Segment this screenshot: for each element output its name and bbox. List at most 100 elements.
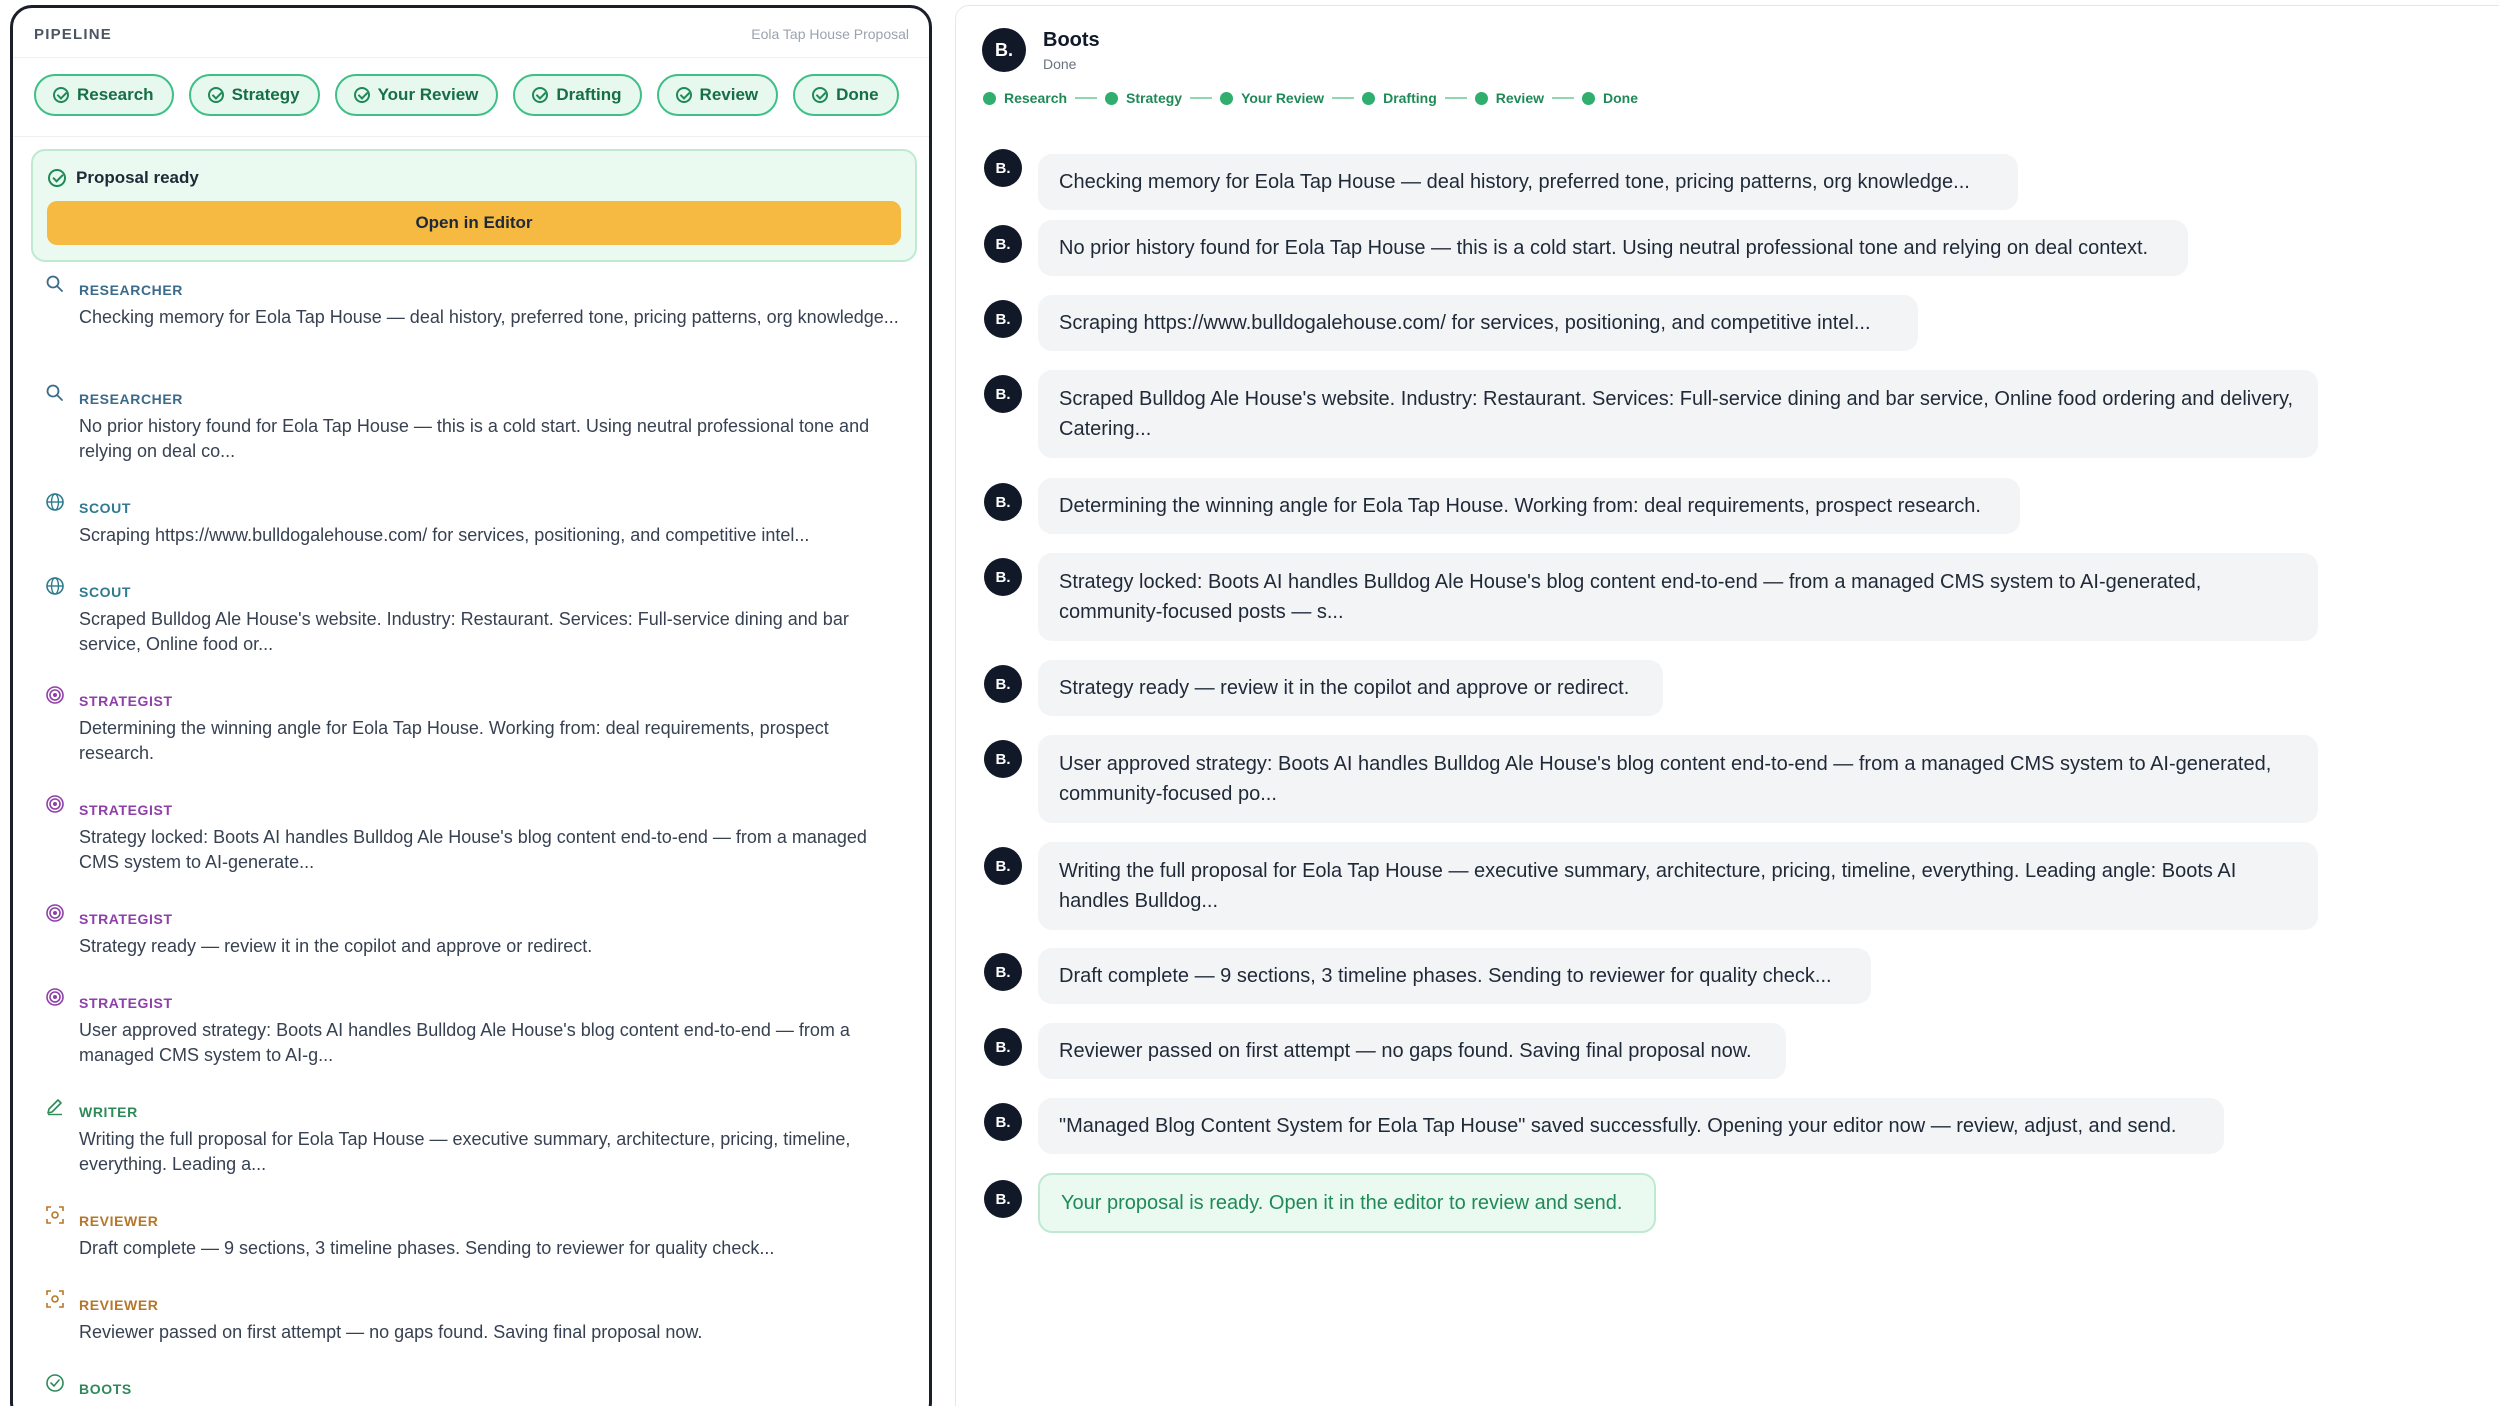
- step-review: Review: [1474, 90, 1544, 106]
- avatar: B.: [984, 665, 1022, 703]
- log-text: Writing the full proposal for Eola Tap H…: [79, 1129, 851, 1174]
- search-icon: [45, 274, 65, 294]
- log-text: Strategy locked: Boots AI handles Bulldo…: [79, 827, 867, 872]
- step-your-review: Your Review: [1220, 90, 1324, 106]
- message-bubble: No prior history found for Eola Tap Hous…: [1038, 220, 2188, 276]
- check-circle-icon: [45, 1373, 65, 1393]
- stage-pill-drafting[interactable]: Drafting: [513, 74, 642, 116]
- avatar: B.: [984, 225, 1022, 263]
- avatar: B.: [984, 375, 1022, 413]
- message-bubble: Scraped Bulldog Ale House's website. Ind…: [1038, 370, 2318, 458]
- message-bubble: Strategy ready — review it in the copilo…: [1038, 660, 1663, 716]
- log-text: Checking memory for Eola Tap House — dea…: [79, 307, 899, 327]
- step-research: Research: [983, 90, 1067, 106]
- step-connector: [1332, 97, 1355, 99]
- step-drafting: Drafting: [1362, 90, 1437, 106]
- log-role: REVIEWER: [79, 1213, 159, 1229]
- log-text: Determining the winning angle for Eola T…: [79, 718, 829, 763]
- open-in-editor-button[interactable]: Open in Editor: [47, 201, 901, 245]
- pipeline-header: PIPELINE Eola Tap House Proposal: [13, 8, 929, 58]
- avatar: B.: [984, 847, 1022, 885]
- step-dot: [1474, 91, 1488, 105]
- step-dot: [1582, 91, 1595, 105]
- avatar: B.: [984, 149, 1022, 187]
- avatar: B.: [984, 483, 1022, 521]
- log-text: No prior history found for Eola Tap Hous…: [79, 416, 870, 461]
- check-circle-icon: [48, 169, 66, 187]
- step-dot: [983, 91, 996, 105]
- check-circle-icon: [53, 87, 69, 103]
- search-icon: [45, 383, 65, 403]
- log-role: STRATEGIST: [79, 693, 173, 709]
- check-circle-icon: [812, 87, 829, 103]
- message-bubble: Checking memory for Eola Tap House — dea…: [1038, 154, 2018, 210]
- check-circle-icon: [675, 87, 692, 103]
- log-role: RESEARCHER: [79, 391, 184, 407]
- message-bubble: Reviewer passed on first attempt — no ga…: [1038, 1023, 1786, 1079]
- progress-steps: Research Strategy Your Review Drafting R…: [983, 90, 1638, 106]
- stage-pill-research[interactable]: Research: [34, 74, 174, 116]
- step-connector: [1444, 97, 1467, 99]
- message-bubble: User approved strategy: Boots AI handles…: [1038, 735, 2318, 823]
- proposal-ready-card: Proposal ready Open in Editor: [31, 149, 917, 262]
- log-role: BOOTS: [79, 1381, 132, 1397]
- avatar: B.: [984, 1103, 1022, 1141]
- step-dot: [1362, 91, 1376, 105]
- check-circle-icon: [353, 87, 370, 103]
- log-text: Reviewer passed on first attempt — no ga…: [79, 1322, 703, 1342]
- scan-icon: [45, 1205, 65, 1225]
- stage-pills: Research Strategy Your Review Drafting R…: [34, 74, 899, 116]
- target-icon: [45, 903, 65, 923]
- log-role: SCOUT: [79, 500, 131, 516]
- scan-icon: [45, 1289, 65, 1309]
- pipeline-title: PIPELINE: [34, 26, 112, 43]
- proposal-ready-title: Proposal ready: [48, 168, 199, 188]
- message-bubble: Scraping https://www.bulldogalehouse.com…: [1038, 295, 1918, 351]
- message-bubble: Writing the full proposal for Eola Tap H…: [1038, 842, 2318, 930]
- check-circle-icon: [207, 87, 224, 103]
- log-text: Scraped Bulldog Ale House's website. Ind…: [79, 609, 849, 654]
- log-role: REVIEWER: [79, 1297, 159, 1313]
- agent-name: Boots: [1043, 29, 1100, 51]
- avatar: B.: [984, 558, 1022, 596]
- globe-icon: [45, 576, 65, 596]
- avatar: B.: [982, 28, 1026, 72]
- avatar: B.: [984, 300, 1022, 338]
- log-role: WRITER: [79, 1104, 138, 1120]
- avatar: B.: [984, 740, 1022, 778]
- stage-pill-strategy[interactable]: Strategy: [188, 74, 320, 116]
- pipeline-panel: PIPELINE Eola Tap House Proposal Researc…: [10, 5, 932, 1406]
- check-circle-icon: [532, 87, 549, 103]
- chat-panel: B. Boots Done Research Strategy Your Rev…: [955, 5, 2499, 1406]
- avatar: B.: [984, 1180, 1022, 1218]
- stage-pill-review[interactable]: Review: [656, 74, 779, 116]
- pencil-icon: [45, 1096, 65, 1116]
- log-text: Scraping https://www.bulldogalehouse.com…: [79, 525, 810, 545]
- step-dot: [1220, 91, 1234, 105]
- step-strategy: Strategy: [1105, 90, 1182, 106]
- final-message-bubble: Your proposal is ready. Open it in the e…: [1038, 1173, 1656, 1233]
- stage-pill-your-review[interactable]: Your Review: [334, 74, 499, 116]
- log-text: User approved strategy: Boots AI handles…: [79, 1020, 850, 1065]
- log-role: STRATEGIST: [79, 995, 173, 1011]
- pipeline-subtitle: Eola Tap House Proposal: [751, 26, 909, 42]
- globe-icon: [45, 492, 65, 512]
- stage-pill-done[interactable]: Done: [793, 74, 899, 116]
- message-bubble: Draft complete — 9 sections, 3 timeline …: [1038, 948, 1871, 1004]
- log-role: SCOUT: [79, 584, 131, 600]
- target-icon: [45, 685, 65, 705]
- message-bubble: Strategy locked: Boots AI handles Bulldo…: [1038, 553, 2318, 641]
- step-connector: [1190, 97, 1213, 99]
- step-connector: [1552, 97, 1574, 99]
- message-bubble: Determining the winning angle for Eola T…: [1038, 478, 2020, 534]
- log-role: STRATEGIST: [79, 911, 173, 927]
- divider: [13, 136, 929, 137]
- avatar: B.: [984, 953, 1022, 991]
- log-text: Strategy ready — review it in the copilo…: [79, 936, 593, 956]
- target-icon: [45, 987, 65, 1007]
- message-bubble: "Managed Blog Content System for Eola Ta…: [1038, 1098, 2224, 1154]
- log-role: RESEARCHER: [79, 282, 184, 298]
- avatar: B.: [984, 1028, 1022, 1066]
- target-icon: [45, 794, 65, 814]
- step-connector: [1075, 97, 1098, 99]
